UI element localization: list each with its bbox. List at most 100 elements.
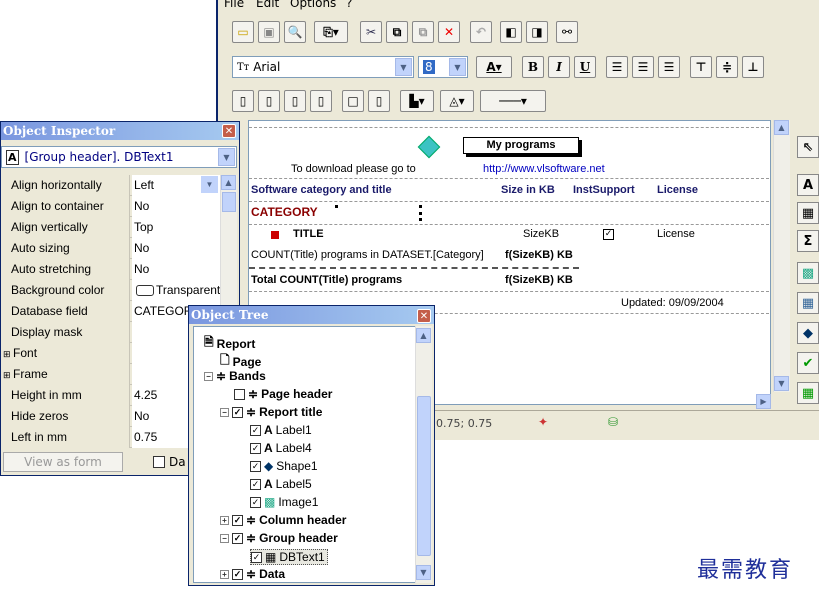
delete-icon[interactable]: ✕ (438, 21, 460, 43)
save-icon[interactable]: ▣ (258, 21, 280, 43)
collapse-icon[interactable]: − (220, 407, 229, 417)
line-style-icon[interactable]: ───▾ (480, 90, 546, 112)
checkbox[interactable]: ✓ (232, 406, 243, 418)
scroll-up-icon[interactable]: ▲ (774, 120, 789, 135)
cut-icon[interactable]: ✂ (360, 21, 382, 43)
frame-left-icon[interactable]: ▯ (232, 90, 254, 112)
title-field[interactable]: TITLE (293, 228, 324, 240)
checkbox[interactable]: ✓ (250, 496, 261, 508)
url-label[interactable]: http://www.vlsoftware.net (483, 163, 605, 175)
scroll-up-icon[interactable]: ▲ (221, 175, 236, 190)
preview-icon[interactable]: 🔍 (284, 21, 306, 43)
valign-top-icon[interactable]: ⊤ (690, 56, 712, 78)
tree-node-data[interactable]: + ✓ ≑ Data (220, 567, 285, 581)
selection-handle[interactable] (335, 205, 338, 208)
pointer-icon[interactable]: ⇖ (797, 136, 819, 158)
scroll-right-icon[interactable]: ▶ (756, 394, 771, 409)
copy-icon[interactable]: ⧉ (386, 21, 408, 43)
font-name-combo[interactable]: Tт Arial ▼ (232, 56, 414, 78)
underline-button[interactable]: U (574, 56, 596, 78)
property-value[interactable]: No (132, 196, 221, 217)
font-color-button[interactable]: A ▾ (476, 56, 512, 78)
category-field[interactable]: CATEGORY (251, 205, 318, 219)
collapse-icon[interactable]: − (204, 371, 213, 381)
col-header-size[interactable]: Size in KB (501, 184, 555, 196)
object-selector-combo[interactable]: A [Group header]. DBText1 ▼ (1, 146, 237, 168)
expand-icon[interactable]: ⊞ (3, 349, 13, 359)
find-icon[interactable]: ⚯ (556, 21, 578, 43)
fill-color-icon[interactable]: ◬▾ (440, 90, 474, 112)
expand-icon[interactable]: + (220, 569, 229, 579)
design-vscrollbar[interactable]: ▲ ▼ (773, 120, 790, 392)
frame-bottom-icon[interactable]: ▯ (310, 90, 332, 112)
scroll-thumb[interactable] (222, 192, 236, 212)
image-tool-icon[interactable]: ▩ (797, 262, 819, 284)
download-label[interactable]: To download please go to (291, 163, 416, 175)
insert-page-icon[interactable]: ⎘▾ (314, 21, 348, 43)
close-icon[interactable]: ✕ (222, 124, 236, 138)
menu-file[interactable]: File (224, 0, 244, 10)
chevron-down-icon[interactable]: ▼ (218, 148, 235, 166)
expression-tool-icon[interactable]: Σ (797, 230, 819, 252)
valign-bottom-icon[interactable]: ⊥ (742, 56, 764, 78)
checkbox[interactable]: ✓ (250, 460, 261, 472)
checkbox[interactable]: ✓ (250, 442, 261, 454)
tree-node-group-header[interactable]: − ✓ ≑ Group header (220, 531, 338, 545)
property-row[interactable]: Background color Transparent (1, 280, 221, 301)
paste-icon[interactable]: ⧉ (412, 21, 434, 43)
sizekb-field[interactable]: SizeKB (523, 228, 559, 240)
menu-edit[interactable]: Edit (256, 0, 279, 10)
scroll-down-icon[interactable]: ▼ (416, 565, 431, 580)
checkbox[interactable]: ✓ (232, 568, 243, 580)
updated-label[interactable]: Updated: 09/09/2004 (621, 297, 724, 309)
frame-right-icon[interactable]: ▯ (284, 90, 306, 112)
tree-node-shape1[interactable]: ✓ ◆ Shape1 (250, 459, 318, 473)
close-icon[interactable]: ✕ (417, 309, 431, 323)
undo-icon[interactable]: ↶ (470, 21, 492, 43)
count-dataset-label[interactable]: COUNT(Title) programs in DATASET.[Catego… (251, 249, 484, 261)
frame-top-icon[interactable]: ▯ (258, 90, 280, 112)
expand-icon[interactable]: ⊞ (3, 370, 13, 380)
property-row[interactable]: Align to container No (1, 196, 221, 217)
expand-icon[interactable]: + (220, 515, 229, 525)
send-back-icon[interactable]: ◨ (526, 21, 548, 43)
tree-vscrollbar[interactable]: ▲ ▼ (415, 326, 432, 583)
open-icon[interactable]: ▭ (232, 21, 254, 43)
checkbox[interactable]: ✓ (251, 551, 262, 563)
selection-handle[interactable] (419, 205, 422, 221)
property-row[interactable]: Auto stretching No (1, 259, 221, 280)
property-row[interactable]: Align horizontally Left ▼ (1, 175, 221, 196)
sum-sizekb-2[interactable]: f(SizeKB) KB (505, 274, 573, 286)
chevron-down-icon[interactable]: ▼ (201, 176, 218, 193)
tree-node-page-header[interactable]: ≑ Page header (234, 387, 332, 401)
total-count-label[interactable]: Total COUNT(Title) programs (251, 274, 402, 286)
collapse-icon[interactable]: − (220, 533, 229, 543)
tree-node-label4[interactable]: ✓ A Label4 (250, 441, 312, 455)
col-header-software[interactable]: Software category and title (251, 184, 392, 196)
italic-button[interactable]: I (548, 56, 570, 78)
col-header-license[interactable]: License (657, 184, 698, 196)
property-value[interactable]: No (132, 259, 221, 280)
menu-options[interactable]: Options (290, 0, 336, 10)
property-row[interactable]: Auto sizing No (1, 238, 221, 259)
checkbox[interactable] (234, 388, 245, 400)
checkbox[interactable]: ✓ (232, 532, 243, 544)
tree-node-label5[interactable]: ✓ A Label5 (250, 477, 312, 491)
shape-tool-icon[interactable]: ◆ (797, 322, 819, 344)
da-checkbox[interactable] (153, 456, 165, 468)
align-center-icon[interactable]: ☰ (632, 56, 654, 78)
scroll-up-icon[interactable]: ▲ (416, 328, 431, 343)
tree-node-image1[interactable]: ✓ ▩ Image1 (250, 495, 318, 509)
scroll-thumb[interactable] (417, 396, 431, 556)
bring-front-icon[interactable]: ◧ (500, 21, 522, 43)
valign-middle-icon[interactable]: ≑ (716, 56, 738, 78)
frame-all-icon[interactable]: □ (342, 90, 364, 112)
frame-none-icon[interactable]: ▯ (368, 90, 390, 112)
chevron-down-icon[interactable]: ▼ (449, 58, 466, 76)
license-field[interactable]: License (657, 228, 695, 240)
chevron-down-icon[interactable]: ▼ (395, 58, 412, 76)
bold-button[interactable]: B (522, 56, 544, 78)
bullet-image[interactable] (271, 231, 279, 239)
scroll-down-icon[interactable]: ▼ (774, 376, 789, 391)
tree-node-report-title[interactable]: − ✓ ≑ Report title (220, 405, 322, 419)
